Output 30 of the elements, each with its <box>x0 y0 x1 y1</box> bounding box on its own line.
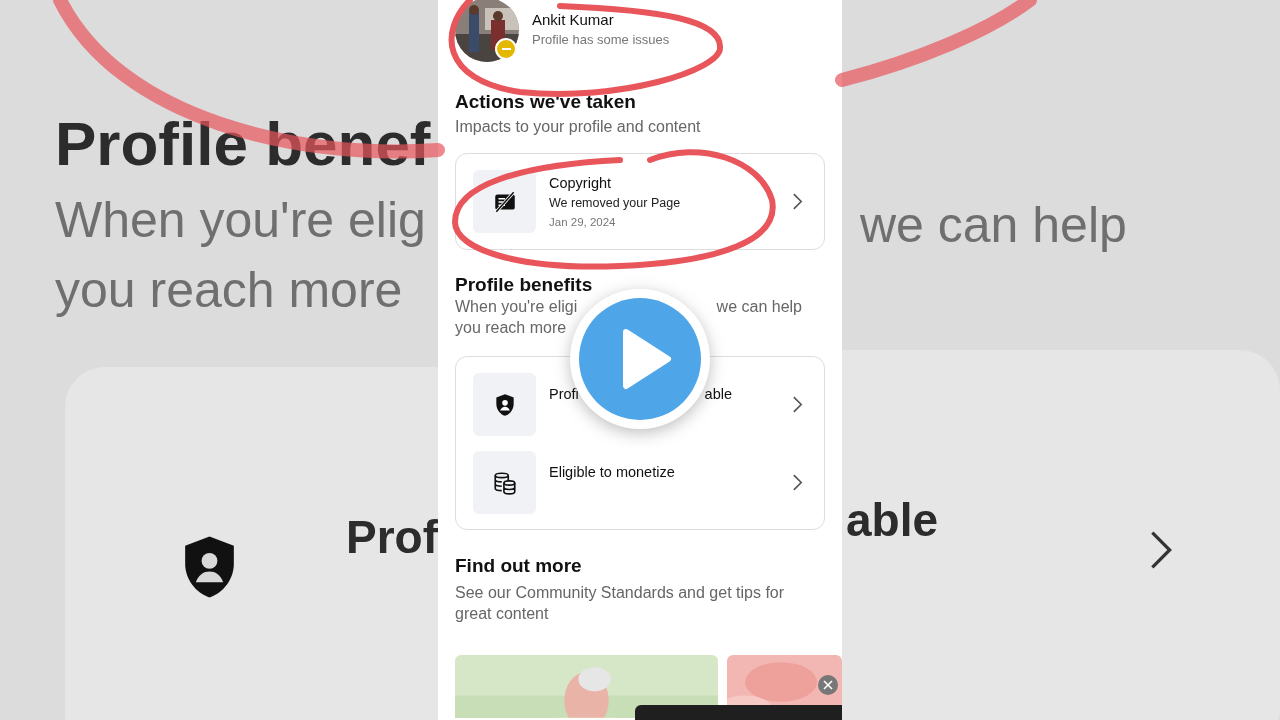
chevron-icon <box>792 473 803 492</box>
benefit-item[interactable]: Eligible to monetize <box>456 436 824 529</box>
item-date: Jan 29, 2024 <box>549 216 617 228</box>
profile-name: Ankit Kumar <box>532 11 615 28</box>
blurred-text: Prof <box>346 510 438 564</box>
benefit-item[interactable]: Profi able <box>456 358 824 436</box>
item-detail: We removed your Page <box>549 196 682 210</box>
section-title: Actions we've taken <box>455 91 637 113</box>
section-subtitle: you reach more <box>455 318 567 338</box>
coins-icon <box>491 469 518 496</box>
chevron-icon <box>792 395 803 414</box>
blurred-text: you reach more <box>55 261 404 319</box>
item-title: able <box>704 386 732 402</box>
section-subtitle: we can help <box>716 297 802 317</box>
section-subtitle: See our Community Standards and get tips for great content <box>455 583 786 624</box>
blurred-text: When you're elig <box>55 191 427 249</box>
blurred-heading: Profile benef <box>55 108 432 179</box>
section-title: Profile benefits <box>455 274 594 296</box>
profile-status: Profile has some issues <box>532 32 670 47</box>
section-title: Find out more <box>455 555 583 577</box>
section-subtitle: Impacts to your profile and content <box>455 118 702 136</box>
section-subtitle: When you're eligi <box>455 297 578 317</box>
item-title: Eligible to monetize <box>549 464 675 480</box>
chevron-icon <box>792 192 803 211</box>
item-title: Copyright <box>549 175 613 191</box>
blurred-text: able <box>846 493 939 547</box>
action-card[interactable]: Copyright We removed your Page Jan 29, 2024 <box>455 153 825 250</box>
blurred-text: we can help <box>860 196 1128 254</box>
item-title: Profi <box>549 386 579 402</box>
close-icon[interactable] <box>818 675 838 695</box>
